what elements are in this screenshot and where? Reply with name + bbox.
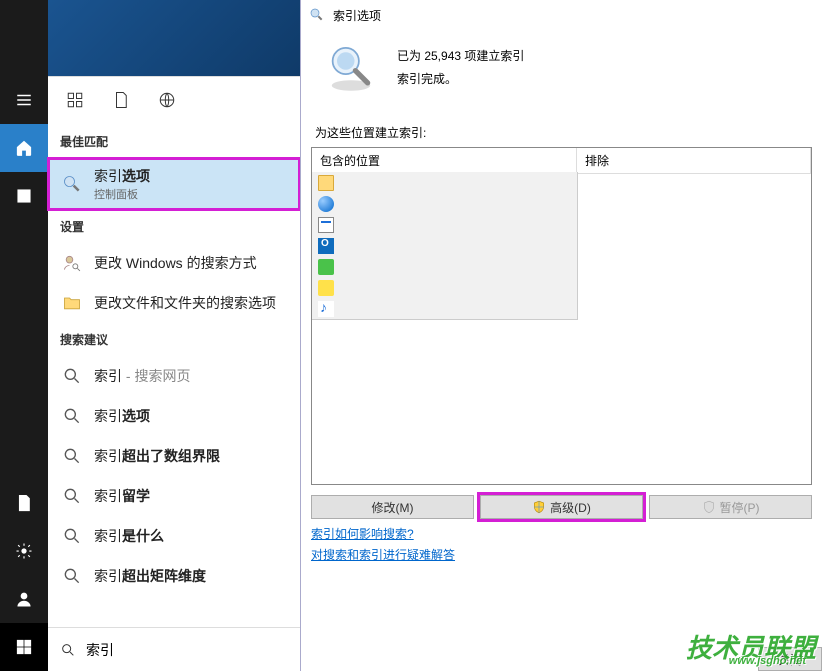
suggestions-header: 搜索建议: [48, 323, 300, 356]
dialog-titlebar[interactable]: 索引选项: [301, 0, 822, 30]
location-row[interactable]: [312, 214, 577, 235]
taskbar-settings[interactable]: [0, 527, 48, 575]
advanced-button[interactable]: 高级(D): [480, 495, 643, 519]
locations-list: [312, 172, 578, 320]
search-icon: [60, 484, 84, 508]
modify-button[interactable]: 修改(M): [311, 495, 474, 519]
taskbar-start[interactable]: [0, 623, 48, 671]
taskbar-home[interactable]: [0, 124, 48, 172]
ie-icon: [318, 196, 334, 212]
magnifier-icon: [309, 7, 325, 23]
suggestion-label: 索引留学: [94, 486, 150, 506]
filter-apps-icon[interactable]: [66, 91, 84, 112]
best-match-subtitle: 控制面板: [94, 186, 150, 202]
suggestion-label: 索引超出矩阵维度: [94, 566, 206, 586]
search-icon: [60, 524, 84, 548]
search-panel: 最佳匹配 索引选项 控制面板 设置 更改 Windows 的搜索方式 更改文件和…: [48, 76, 300, 671]
dialog-title-text: 索引选项: [333, 7, 381, 24]
suggestion-label: 索引是什么: [94, 526, 164, 546]
pause-button: 暂停(P): [649, 495, 812, 519]
taskbar-timeline[interactable]: [0, 172, 48, 220]
location-row[interactable]: [312, 298, 577, 319]
folder-icon: [318, 175, 334, 191]
suggestion-item[interactable]: 索引留学: [48, 476, 300, 516]
index-count-text: 已为 25,943 项建立索引: [397, 45, 524, 68]
close-button[interactable]: 关闭: [758, 647, 822, 671]
suggestion-item[interactable]: 索引超出了数组界限: [48, 436, 300, 476]
settings-item-label: 更改 Windows 的搜索方式: [94, 253, 257, 273]
location-row[interactable]: [312, 235, 577, 256]
shield-icon: [702, 500, 716, 514]
index-complete-text: 索引完成。: [397, 68, 524, 91]
link-troubleshoot[interactable]: 对搜索和索引进行疑难解答: [311, 546, 812, 563]
indexing-options-dialog: 索引选项 已为 25,943 项建立索引 索引完成。 为这些位置建立索引: 包含…: [300, 0, 822, 671]
suggestion-label: 索引选项: [94, 406, 150, 426]
best-match-header: 最佳匹配: [48, 125, 300, 158]
location-row[interactable]: [312, 256, 577, 277]
taskbar-menu[interactable]: [0, 76, 48, 124]
index-status-icon: [323, 40, 379, 96]
search-input[interactable]: [86, 642, 288, 658]
suggestion-label: 索引 - 搜索网页: [94, 366, 190, 386]
suggestion-item[interactable]: 索引 - 搜索网页: [48, 356, 300, 396]
suggestion-label: 索引超出了数组界限: [94, 446, 220, 466]
location-row[interactable]: [312, 172, 577, 193]
suggestion-item[interactable]: 索引是什么: [48, 516, 300, 556]
best-match-result[interactable]: 索引选项 控制面板: [48, 158, 300, 210]
search-icon: [60, 642, 76, 658]
search-icon: [60, 364, 84, 388]
suggestion-item[interactable]: 索引超出矩阵维度: [48, 556, 300, 596]
user-search-icon: [60, 251, 84, 275]
col-include[interactable]: 包含的位置: [312, 148, 577, 173]
locations-listbox[interactable]: 包含的位置 排除: [311, 147, 812, 485]
shield-icon: [532, 500, 546, 514]
settings-item-label: 更改文件和文件夹的搜索选项: [94, 293, 276, 313]
locations-header: 包含的位置 排除: [312, 148, 811, 174]
magnifier-icon: [60, 172, 84, 196]
taskbar: [0, 0, 48, 671]
locations-label: 为这些位置建立索引:: [315, 124, 812, 141]
taskbar-user[interactable]: [0, 575, 48, 623]
search-box[interactable]: [48, 627, 300, 671]
outlook-icon: [318, 238, 334, 254]
app-icon: [318, 280, 334, 296]
col-exclude[interactable]: 排除: [577, 148, 811, 173]
link-how-affects-search[interactable]: 索引如何影响搜索?: [311, 525, 812, 542]
settings-item-folder-search[interactable]: 更改文件和文件夹的搜索选项: [48, 283, 300, 323]
location-row[interactable]: [312, 277, 577, 298]
desktop-background: [48, 0, 300, 76]
app-icon: [318, 259, 334, 275]
music-icon: [318, 301, 334, 317]
suggestion-item[interactable]: 索引选项: [48, 396, 300, 436]
filter-web-icon[interactable]: [158, 91, 176, 112]
search-filter-toolbar: [48, 77, 300, 125]
location-row[interactable]: [312, 193, 577, 214]
search-icon: [60, 404, 84, 428]
settings-header: 设置: [48, 210, 300, 243]
filter-documents-icon[interactable]: [112, 91, 130, 112]
taskbar-docs[interactable]: [0, 479, 48, 527]
folder-search-icon: [60, 291, 84, 315]
search-icon: [60, 444, 84, 468]
onenote-icon: [318, 217, 334, 233]
settings-item-search-method[interactable]: 更改 Windows 的搜索方式: [48, 243, 300, 283]
search-icon: [60, 564, 84, 588]
best-match-title: 索引选项: [94, 166, 150, 186]
